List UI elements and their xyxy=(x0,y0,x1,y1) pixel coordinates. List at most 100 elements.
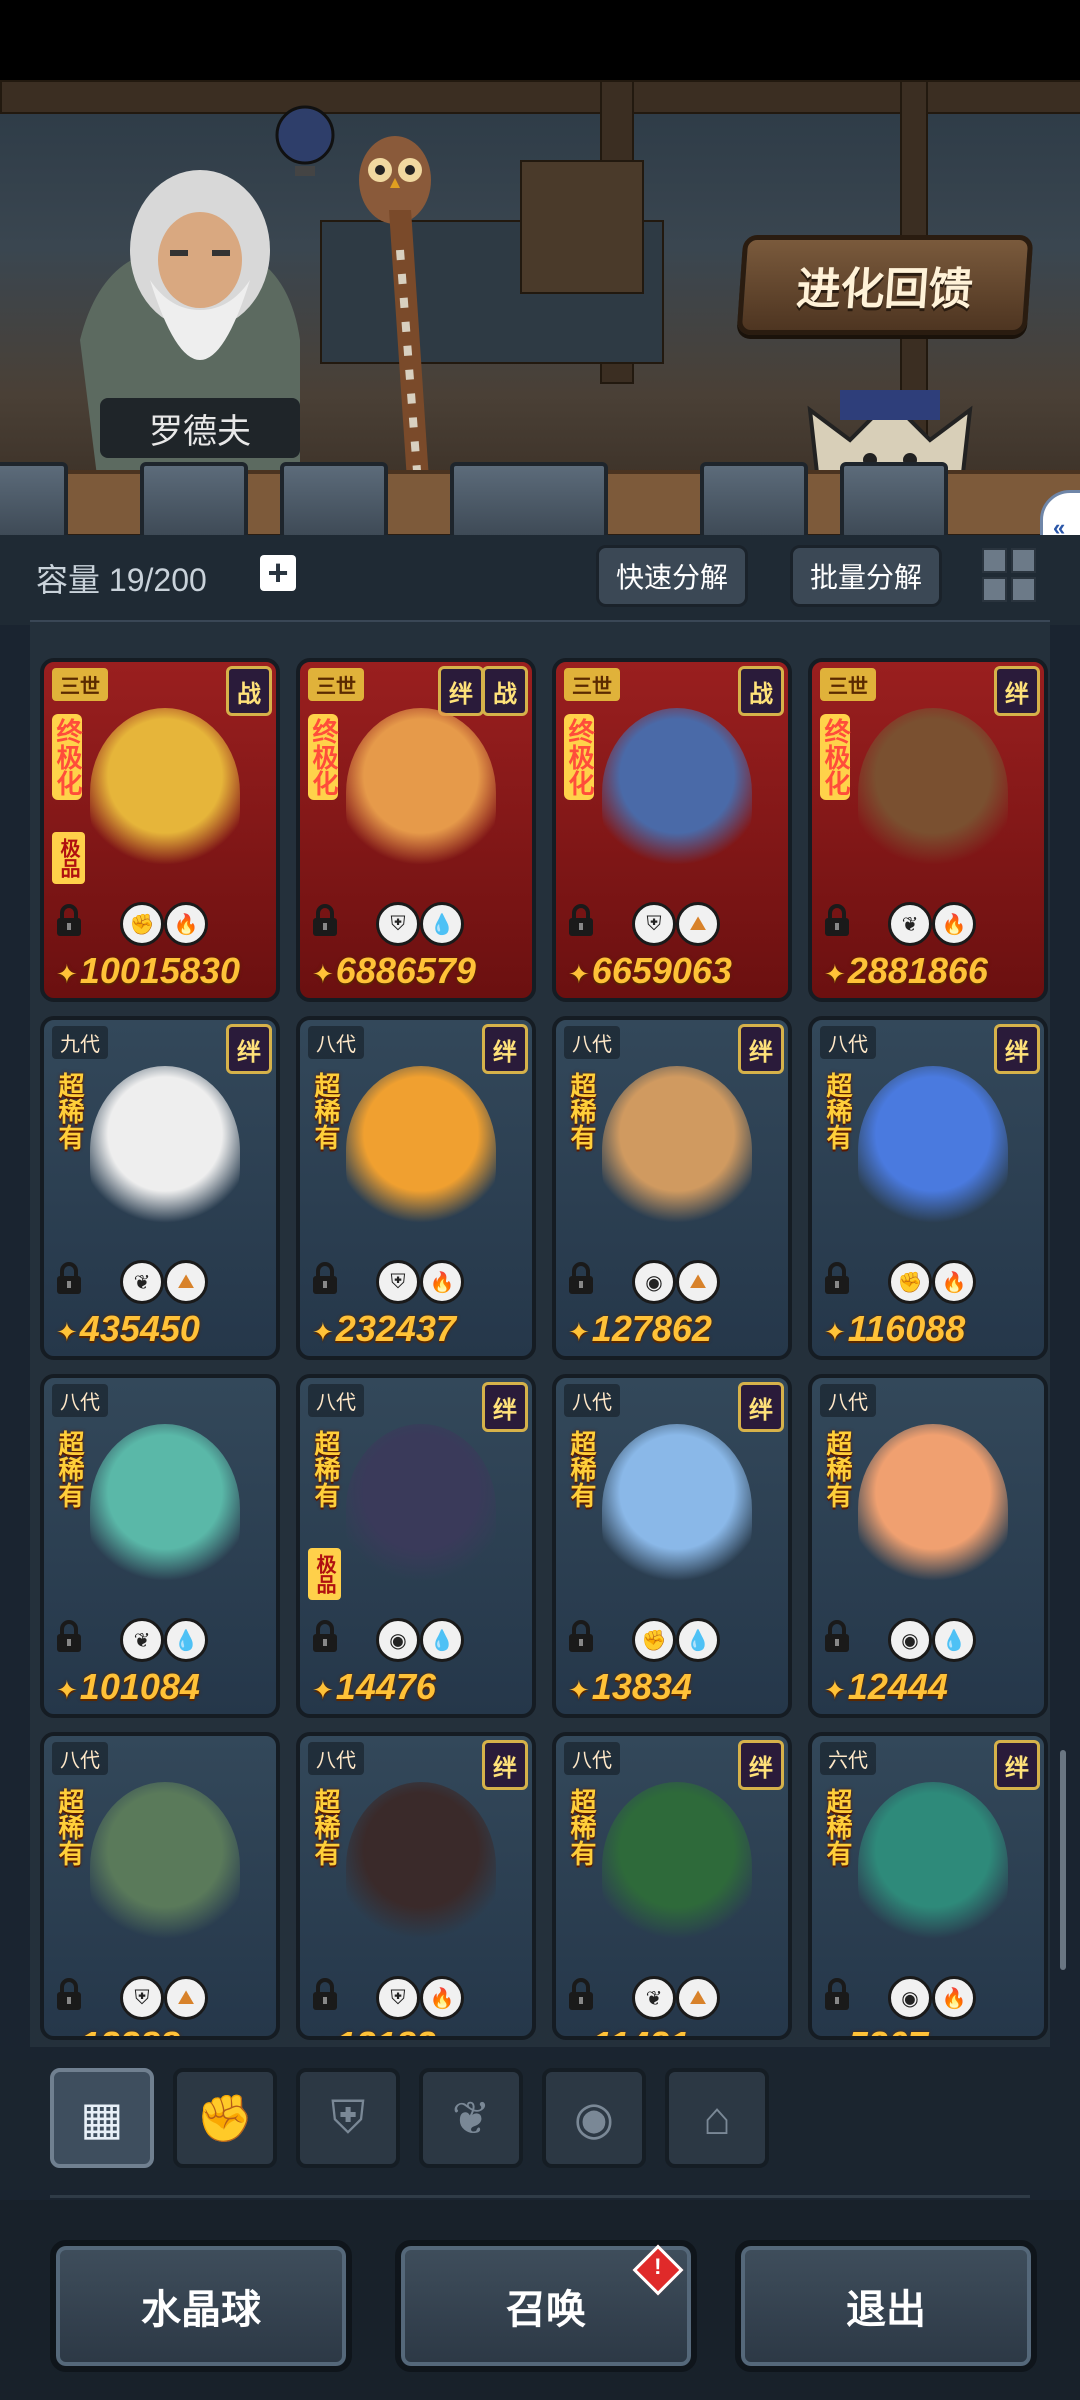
pet-card[interactable]: 三世 战终极化 ⛨⛰6659063 xyxy=(552,658,792,1002)
water-icon: 💧 xyxy=(932,1618,976,1662)
water-icon: 💧 xyxy=(164,1618,208,1662)
bond-badge: 绊 xyxy=(482,1024,528,1074)
generation-label: 六代 xyxy=(820,1742,876,1775)
generation-label: 八代 xyxy=(564,1384,620,1417)
rarity-label: 超稀有 xyxy=(55,1788,85,1866)
pet-card[interactable]: 八代 绊超稀有 ✊💧13834 xyxy=(552,1374,792,1718)
generation-label: 九代 xyxy=(52,1026,108,1059)
grid-view-icon[interactable] xyxy=(982,548,1036,602)
shield-icon: ⛨ xyxy=(330,2091,366,2143)
pet-card[interactable]: 八代超稀有 ❦💧101084 xyxy=(40,1374,280,1718)
pet-portrait xyxy=(858,1782,1008,1952)
rarity-label: 超稀有 xyxy=(823,1788,853,1866)
lock-icon[interactable] xyxy=(310,1978,340,2012)
pet-card[interactable]: 八代超稀有 ⛨⛰ 12388 xyxy=(40,1732,280,2040)
power-value: 127862 xyxy=(568,1308,712,1350)
generation-label: 八代 xyxy=(564,1026,620,1059)
shield-icon: ⛨ xyxy=(376,1976,420,2020)
lock-icon[interactable] xyxy=(54,1620,84,1654)
pet-card[interactable]: 八代 绊超稀有 ❦⛰ 11431 xyxy=(552,1732,792,2040)
capacity-value: 19/200 xyxy=(108,562,207,598)
lock-icon[interactable] xyxy=(822,904,852,938)
lock-icon[interactable] xyxy=(310,1620,340,1654)
power-value: 116088 xyxy=(824,1308,965,1350)
generation-label: 八代 xyxy=(308,1742,364,1775)
pet-portrait xyxy=(90,1782,240,1952)
lock-icon[interactable] xyxy=(310,904,340,938)
lock-icon[interactable] xyxy=(54,1978,84,2012)
pet-card[interactable]: 八代 绊超稀有 ⛨🔥232437 xyxy=(296,1016,536,1360)
lock-icon[interactable] xyxy=(822,1978,852,2012)
fire-icon: 🔥 xyxy=(420,1976,464,2020)
fist-icon: ✊ xyxy=(196,2091,254,2144)
filter-tab-all[interactable]: ▦ xyxy=(50,2068,154,2168)
lock-icon[interactable] xyxy=(566,1978,596,2012)
lock-icon[interactable] xyxy=(822,1262,852,1296)
water-icon: 💧 xyxy=(420,1618,464,1662)
premium-tag: 极品 xyxy=(52,832,85,884)
evolution-reward-button[interactable]: 进化回馈 xyxy=(736,235,1034,335)
pet-portrait xyxy=(90,708,240,878)
power-value: 6886579 xyxy=(312,950,476,992)
crystal-ball-button[interactable]: 水晶球 xyxy=(50,2240,352,2372)
rarity-label: 超稀有 xyxy=(823,1072,853,1150)
pet-card[interactable]: 八代 绊超稀有极品 ◉💧14476 xyxy=(296,1374,536,1718)
battle-badge: 战 xyxy=(482,666,528,716)
rarity-label: 超稀有 xyxy=(567,1788,597,1866)
rarity-label: 终极化 xyxy=(52,714,83,800)
pet-card[interactable]: 九代 绊超稀有 ❦⛰435450 xyxy=(40,1016,280,1360)
earth-icon: ⛰ xyxy=(676,1260,720,1304)
lock-icon[interactable] xyxy=(566,1620,596,1654)
add-capacity-button[interactable]: + xyxy=(260,552,296,593)
generation-label: 八代 xyxy=(52,1384,108,1417)
pet-card[interactable]: 三世 战终极化极品 ✊🔥10015830 xyxy=(40,658,280,1002)
bond-badge: 绊 xyxy=(994,666,1040,716)
lock-icon[interactable] xyxy=(566,1262,596,1296)
power-value: 2881866 xyxy=(824,950,988,992)
exit-button[interactable]: 退出 xyxy=(735,2240,1037,2372)
power-value: 5207 xyxy=(824,2024,928,2036)
power-value: 12388 xyxy=(56,2024,180,2036)
lock-icon[interactable] xyxy=(822,1620,852,1654)
pet-card[interactable]: 八代 绊超稀有 ✊🔥116088 xyxy=(808,1016,1048,1360)
lock-icon[interactable] xyxy=(54,1262,84,1296)
pet-portrait xyxy=(602,1782,752,1952)
lock-icon[interactable] xyxy=(566,904,596,938)
all-icon: ▦ xyxy=(80,2092,124,2144)
divider xyxy=(50,2195,1030,2198)
filter-tab-leaf[interactable]: ❦ xyxy=(419,2068,523,2168)
filter-tab-fist[interactable]: ✊ xyxy=(173,2068,277,2168)
npc-name-label: 罗德夫 xyxy=(100,398,300,458)
pet-portrait xyxy=(346,1066,496,1236)
shield-icon: ⛨ xyxy=(632,902,676,946)
battle-badge: 战 xyxy=(226,666,272,716)
rarity-label: 超稀有 xyxy=(823,1430,853,1508)
rail-block xyxy=(280,462,388,540)
eye-icon: ◉ xyxy=(888,1618,932,1662)
pet-card[interactable]: 三世 绊终极化 ❦🔥2881866 xyxy=(808,658,1048,1002)
rail-block xyxy=(0,462,68,540)
filter-tab-shield[interactable]: ⛨ xyxy=(296,2068,400,2168)
pet-card[interactable]: 八代 绊超稀有 ⛨🔥 12182 xyxy=(296,1732,536,2040)
filter-tab-tower[interactable]: ⌂ xyxy=(665,2068,769,2168)
batch-decompose-button[interactable]: 批量分解 xyxy=(790,545,942,607)
pet-card[interactable]: 八代超稀有 ◉💧12444 xyxy=(808,1374,1048,1718)
pet-card[interactable]: 六代 绊超稀有 ◉🔥 5207 xyxy=(808,1732,1048,2040)
leaf-icon: ❦ xyxy=(120,1260,164,1304)
tower-icon: ⌂ xyxy=(703,2092,731,2144)
rail-block xyxy=(700,462,808,540)
rarity-label: 终极化 xyxy=(564,714,595,800)
lock-icon[interactable] xyxy=(54,904,84,938)
shield-icon: ⛨ xyxy=(120,1976,164,2020)
pet-card[interactable]: 八代 绊超稀有 ◉⛰127862 xyxy=(552,1016,792,1360)
fire-icon: 🔥 xyxy=(932,1976,976,2020)
eye-icon: ◉ xyxy=(888,1976,932,2020)
quick-decompose-button[interactable]: 快速分解 xyxy=(596,545,748,607)
pet-card[interactable]: 三世 绊战终极化 ⛨💧6886579 xyxy=(296,658,536,1002)
power-value: 435450 xyxy=(56,1308,200,1350)
fire-icon: 🔥 xyxy=(164,902,208,946)
lock-icon[interactable] xyxy=(310,1262,340,1296)
pet-portrait xyxy=(346,708,496,878)
filter-tab-eye[interactable]: ◉ xyxy=(542,2068,646,2168)
scrollbar[interactable] xyxy=(1060,1750,1066,1970)
